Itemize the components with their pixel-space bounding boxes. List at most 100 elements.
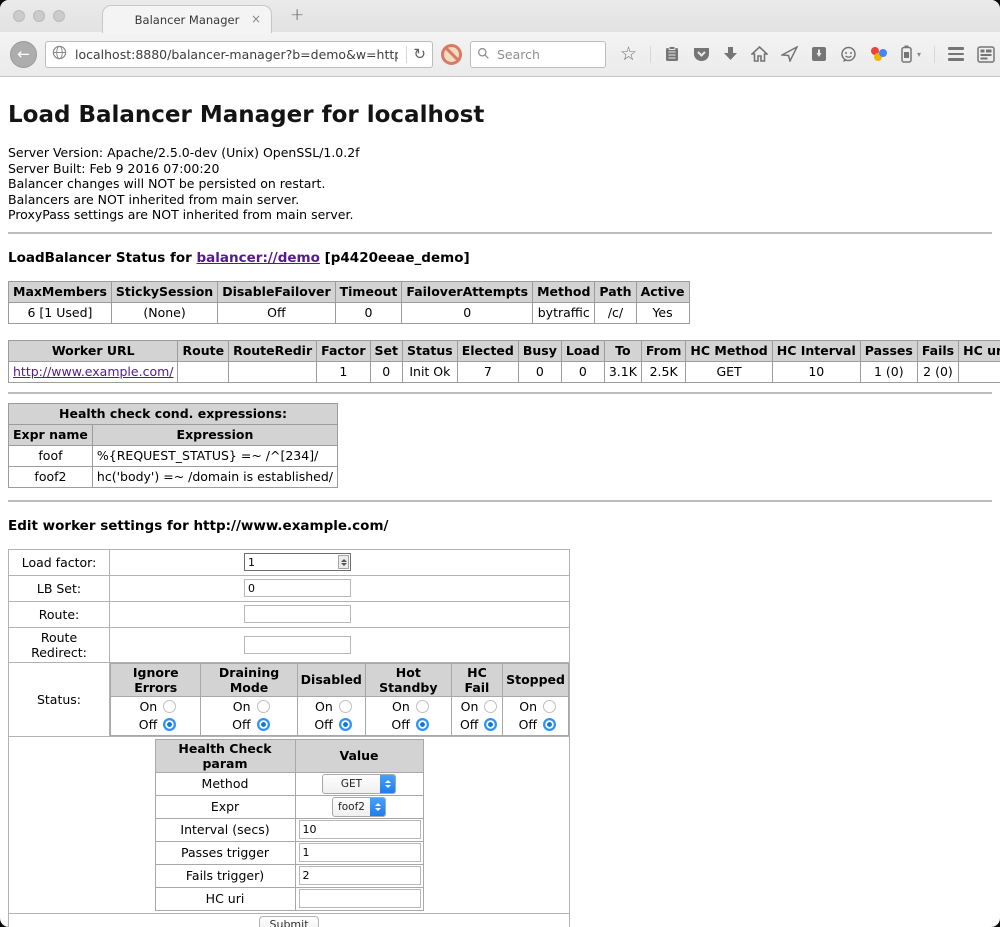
hc-method-select[interactable]: GET	[322, 774, 396, 794]
hc-fails-input[interactable]	[299, 866, 421, 885]
new-tab-button[interactable]: +	[290, 5, 304, 25]
worker-data-row: http://www.example.com/ 1 0 Init Ok 7 0 …	[9, 361, 1000, 382]
radio-draining-mode-off[interactable]	[257, 718, 270, 731]
radio-stopped-off[interactable]	[543, 718, 556, 731]
radio-hot-standby-off[interactable]	[416, 718, 429, 731]
route-redirect-input[interactable]	[244, 636, 351, 654]
chevron-down-icon[interactable]: ▾	[917, 50, 921, 59]
col-method: Method	[533, 281, 595, 302]
edit-worker-heading: Edit worker settings for http://www.exam…	[8, 518, 992, 534]
hc-method-row: Method GET	[155, 772, 423, 795]
reload-icon[interactable]: ↻	[413, 47, 426, 62]
radio-draining-mode-on[interactable]	[257, 700, 270, 713]
balancers-note-line: Balancers are NOT inherited from main se…	[8, 192, 992, 208]
worker-url-link[interactable]: http://www.example.com/	[13, 364, 173, 379]
menu-icon[interactable]	[948, 47, 964, 61]
hc-expr-select[interactable]: foof2	[332, 797, 386, 817]
content-blocked-icon[interactable]	[441, 44, 462, 65]
col-disabled: Disabled	[297, 663, 365, 696]
radio-stopped-on[interactable]	[543, 700, 556, 713]
search-bar[interactable]	[470, 41, 606, 68]
col-timeout: Timeout	[335, 281, 402, 302]
col-hc-fail: HC Fail	[451, 663, 502, 696]
col-active: Active	[636, 281, 689, 302]
search-input[interactable]	[495, 46, 589, 63]
save-page-icon[interactable]	[811, 46, 827, 62]
load-factor-row: Load factor:	[9, 549, 570, 575]
page-title: Load Balancer Manager for localhost	[8, 102, 992, 128]
route-input[interactable]	[244, 605, 351, 623]
radio-disabled-off[interactable]	[339, 718, 352, 731]
radio-hc-fail-off[interactable]	[484, 718, 497, 731]
balancer-demo-link[interactable]: balancer://demo	[197, 250, 320, 266]
number-spinner[interactable]	[338, 555, 349, 569]
persist-note-line: Balancer changes will NOT be persisted o…	[8, 176, 992, 192]
radio-ignore-errors-on[interactable]	[163, 700, 176, 713]
back-button[interactable]: ←	[10, 41, 37, 68]
server-built-line: Server Built: Feb 9 2016 07:00:20	[8, 161, 992, 177]
urlbar-divider	[406, 46, 407, 63]
zoom-window-button[interactable]	[53, 10, 65, 22]
url-input[interactable]	[73, 46, 400, 63]
search-icon	[477, 45, 490, 64]
toolbar-divider-2	[934, 46, 935, 63]
hc-fails-row: Fails trigger)	[155, 864, 423, 887]
hc-expr-row: Expr foof2	[155, 795, 423, 818]
expr-row-foof2: foof2 hc('body') =~ /domain is establish…	[9, 466, 338, 487]
close-window-button[interactable]	[13, 10, 25, 22]
health-check-row: Health Check param Value Method GET	[9, 736, 570, 913]
browser-titlebar: Balancer Manager × +	[0, 0, 1000, 32]
reading-list-icon[interactable]	[664, 46, 680, 63]
worker-status-table: Worker URL Route RouteRedir Factor Set S…	[8, 340, 1000, 383]
radio-disabled-on[interactable]	[339, 700, 352, 713]
radio-hc-fail-on[interactable]	[484, 700, 497, 713]
chat-icon[interactable]	[840, 46, 857, 63]
bookmark-star-icon[interactable]: ☆	[620, 45, 637, 64]
tab-close-icon[interactable]: ×	[251, 12, 261, 26]
col-stopped: Stopped	[503, 663, 569, 696]
toolbar-icons: ☆	[620, 45, 995, 64]
pocket-icon[interactable]	[693, 46, 710, 63]
submit-button[interactable]: Submit	[259, 916, 318, 927]
status-heading-suffix: [p4420eeae_demo]	[320, 250, 470, 266]
home-icon[interactable]	[751, 46, 768, 62]
radio-ignore-errors-off[interactable]	[163, 718, 176, 731]
health-check-expressions-table: Health check cond. expressions: Expr nam…	[8, 403, 338, 488]
col-hc-value: Value	[295, 739, 423, 772]
browser-toolbar: ← ↻ ☆	[0, 32, 1000, 77]
route-label: Route:	[9, 601, 110, 627]
hc-passes-input[interactable]	[299, 843, 421, 862]
send-tab-icon[interactable]	[781, 46, 798, 62]
server-info: Server Version: Apache/2.5.0-dev (Unix) …	[8, 145, 992, 223]
toolbar-divider	[650, 46, 651, 63]
load-factor-input[interactable]	[244, 553, 351, 571]
balancer-data-row: 6 [1 Used] (None) Off 0 0 bytraffic /c/ …	[9, 302, 690, 323]
browser-window: Balancer Manager × + ← ↻ ☆	[0, 0, 1000, 927]
downloads-icon[interactable]	[723, 46, 738, 62]
hc-interval-input[interactable]	[299, 820, 421, 839]
browser-tab[interactable]: Balancer Manager ×	[102, 5, 272, 33]
lb-set-label: LB Set:	[9, 575, 110, 601]
status-row: Status: Ignore Errors Draining Mode Disa…	[9, 662, 570, 736]
col-hot-standby: Hot Standby	[365, 663, 451, 696]
col-ignore-errors: Ignore Errors	[111, 663, 201, 696]
balancer-header-row: MaxMembers StickySession DisableFailover…	[9, 281, 690, 302]
window-controls	[13, 10, 65, 22]
grid-addon-icon[interactable]	[977, 46, 995, 63]
device-battery-icon[interactable]	[901, 45, 912, 63]
expr-table-title: Health check cond. expressions:	[9, 403, 338, 424]
lb-set-input[interactable]	[244, 579, 351, 597]
page-content: Load Balancer Manager for localhost Serv…	[0, 102, 1000, 927]
hc-uri-input[interactable]	[299, 889, 421, 908]
radio-hot-standby-on[interactable]	[416, 700, 429, 713]
colors-addon-icon[interactable]	[870, 45, 888, 63]
col-worker-url: Worker URL	[9, 340, 178, 361]
route-row: Route:	[9, 601, 570, 627]
col-failoverattempts: FailoverAttempts	[402, 281, 533, 302]
route-redirect-label: Route Redirect:	[9, 627, 110, 662]
submit-row: Submit	[9, 913, 570, 927]
minimize-window-button[interactable]	[33, 10, 45, 22]
tab-title: Balancer Manager	[135, 13, 240, 27]
col-draining-mode: Draining Mode	[201, 663, 297, 696]
url-bar[interactable]: ↻	[45, 41, 433, 68]
